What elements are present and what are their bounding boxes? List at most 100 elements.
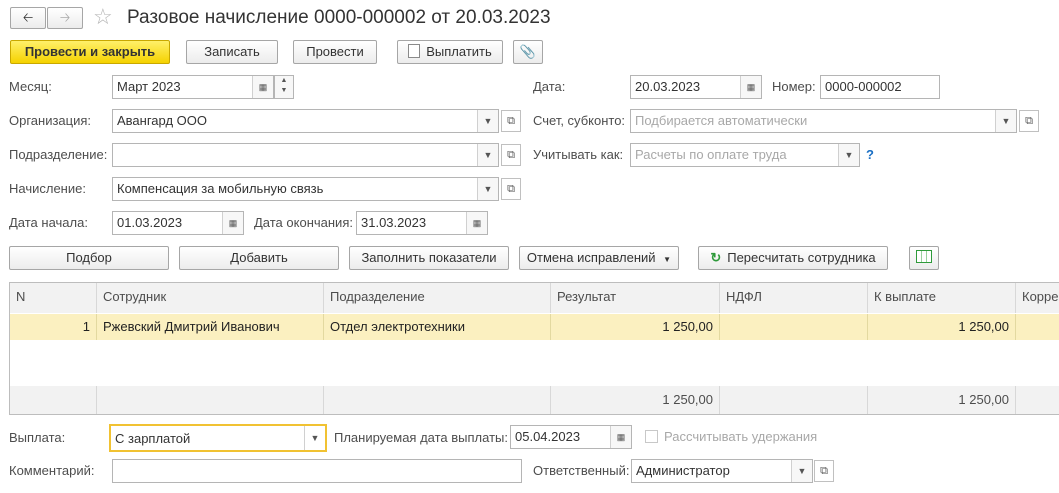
add-button[interactable]: Добавить [179,246,339,270]
arrow-left-icon: 🡠 [22,10,34,25]
end-date-value: 31.03.2023 [361,215,427,230]
end-date-field[interactable]: 31.03.2023 ▦ [356,211,488,235]
column-header-result[interactable]: Результат [551,283,720,313]
total-result: 1 250,00 [551,386,720,414]
account-field[interactable]: Подбирается автоматически ▼ [630,109,1017,133]
calendar-icon[interactable]: ▦ [610,426,631,448]
fill-indicators-button[interactable]: Заполнить показатели [349,246,509,270]
responsible-label: Ответственный: [533,463,630,478]
calendar-icon[interactable]: ▦ [466,212,487,234]
number-label: Номер: [772,79,816,94]
recalculate-employee-button[interactable]: ↻ Пересчитать сотрудника [698,246,888,270]
number-field[interactable]: 0000-000002 [820,75,940,99]
post-button[interactable]: Провести [293,40,377,64]
row-payout[interactable]: 1 250,00 [868,314,1016,340]
footer-cell [720,386,868,414]
help-icon[interactable]: ? [866,145,874,165]
back-button[interactable]: 🡠 [10,7,46,29]
footer-cell [97,386,324,414]
payment-value: С зарплатой [115,431,191,446]
open-icon[interactable]: ⧉ [814,460,834,482]
start-date-field[interactable]: 01.03.2023 ▦ [112,211,244,235]
dropdown-icon[interactable]: ▼ [995,110,1016,132]
comment-field[interactable] [112,459,522,483]
calculate-withholding-checkbox[interactable] [645,430,658,443]
column-header-department[interactable]: Подразделение [324,283,551,313]
pay-button-label: Выплатить [426,44,492,59]
consider-as-label: Учитывать как: [533,147,624,162]
month-value: Март 2023 [117,79,181,94]
organization-value: Авангард ООО [117,113,207,128]
accrual-label: Начисление: [9,181,86,196]
open-icon[interactable]: ⧉ [501,110,521,132]
post-and-close-button[interactable]: Провести и закрыть [10,40,170,64]
attach-button[interactable]: 📎 [513,40,543,64]
footer-cell [324,386,551,414]
organization-field[interactable]: Авангард ООО ▼ [112,109,499,133]
dropdown-icon[interactable]: ▼ [791,460,812,482]
column-header-payout[interactable]: К выплате [868,283,1016,313]
comment-label: Комментарий: [9,463,95,478]
footer-cell [10,386,97,414]
select-button[interactable]: Подбор [9,246,169,270]
responsible-field[interactable]: Администратор ▼ [631,459,813,483]
arrow-right-icon: 🡢 [59,10,71,25]
accrual-field[interactable]: Компенсация за мобильную связь ▼ [112,177,499,201]
calendar-icon[interactable]: ▦ [252,76,273,98]
calendar-icon[interactable]: ▦ [740,76,761,98]
department-field[interactable]: ▼ [112,143,499,167]
date-value: 20.03.2023 [635,79,701,94]
forward-button[interactable]: 🡢 [47,7,83,29]
dropdown-icon[interactable]: ▼ [838,144,859,166]
favorite-star-icon[interactable]: ☆ [93,4,113,30]
row-employee[interactable]: Ржевский Дмитрий Иванович [97,314,324,340]
write-button[interactable]: Записать [186,40,278,64]
calendar-icon[interactable]: ▦ [222,212,243,234]
total-payout: 1 250,00 [868,386,1016,414]
dropdown-icon[interactable]: ▼ [477,144,498,166]
page-title: Разовое начисление 0000-000002 от 20.03.… [127,7,551,28]
open-icon[interactable]: ⧉ [1019,110,1039,132]
end-date-label: Дата окончания: [254,215,353,230]
payment-field[interactable]: С зарплатой ▼ [109,424,327,452]
table-add-icon [916,250,932,263]
accrual-value: Компенсация за мобильную связь [117,181,324,196]
open-icon[interactable]: ⧉ [501,144,521,166]
dropdown-icon[interactable]: ▼ [477,178,498,200]
month-spinner[interactable]: ▲ ▼ [274,75,294,99]
cancel-corrections-label: Отмена исправлений [526,250,656,265]
document-icon [408,44,421,58]
planned-date-label: Планируемая дата выплаты: [334,430,508,445]
responsible-value: Администратор [636,463,730,478]
open-icon[interactable]: ⧉ [501,178,521,200]
column-header-n[interactable]: N [10,283,97,313]
row-number[interactable]: 1 [10,314,97,340]
column-header-ndfl[interactable]: НДФЛ [720,283,868,313]
footer-cell [1016,386,1059,414]
row-result[interactable]: 1 250,00 [551,314,720,340]
pay-button[interactable]: Выплатить [397,40,503,64]
column-header-employee[interactable]: Сотрудник [97,283,324,313]
row-department[interactable]: Отдел электротехники [324,314,551,340]
number-value: 0000-000002 [825,79,902,94]
account-label: Счет, субконто: [533,113,626,128]
consider-as-placeholder: Расчеты по оплате труда [635,147,787,162]
row-correction[interactable] [1016,314,1059,340]
payment-label: Выплата: [9,430,66,445]
column-header-correction[interactable]: Корре [1016,283,1059,313]
paperclip-icon: 📎 [519,44,537,59]
cancel-corrections-button[interactable]: Отмена исправлений ▼ [519,246,679,270]
month-field[interactable]: Март 2023 ▦ [112,75,274,99]
planned-date-value: 05.04.2023 [515,429,581,444]
dropdown-icon[interactable]: ▼ [304,426,325,450]
row-ndfl[interactable] [720,314,868,340]
date-label: Дата: [533,79,566,94]
table-settings-button[interactable] [909,246,939,270]
dropdown-icon[interactable]: ▼ [477,110,498,132]
start-date-value: 01.03.2023 [117,215,183,230]
month-label: Месяц: [9,79,52,94]
start-date-label: Дата начала: [9,215,88,230]
consider-as-field[interactable]: Расчеты по оплате труда ▼ [630,143,860,167]
planned-date-field[interactable]: 05.04.2023 ▦ [510,425,632,449]
date-field[interactable]: 20.03.2023 ▦ [630,75,762,99]
